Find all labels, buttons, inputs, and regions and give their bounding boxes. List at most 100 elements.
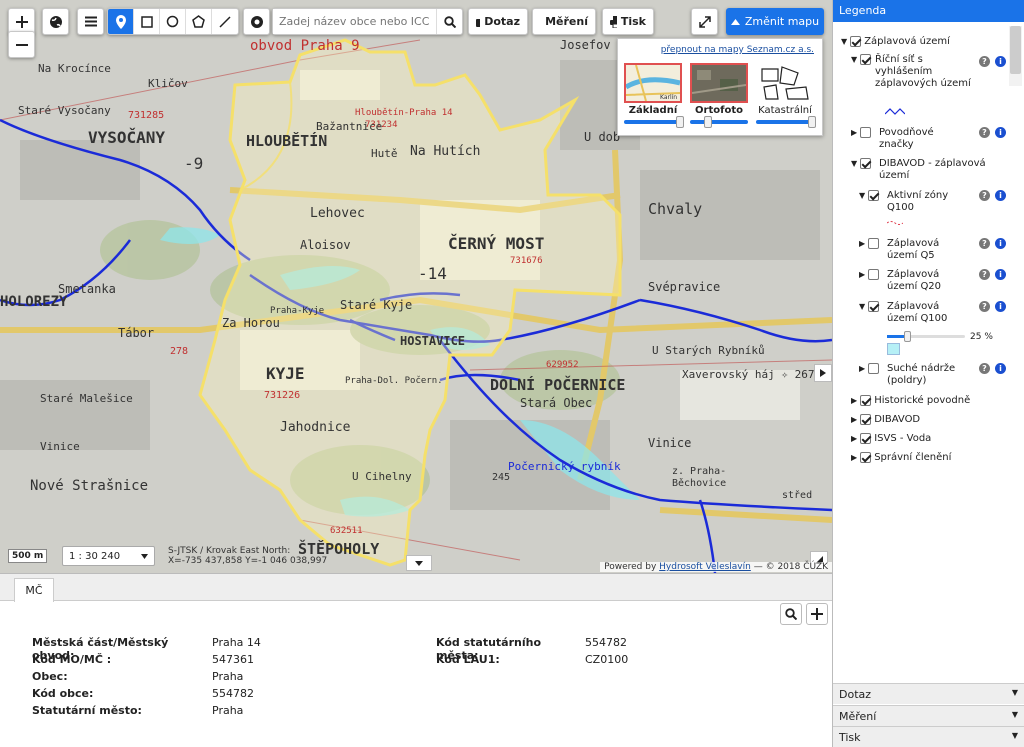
info-icon[interactable]: i (995, 301, 1006, 312)
help-icon[interactable]: ? (979, 127, 990, 138)
credit-link[interactable]: Hydrosoft Veleslavín (659, 562, 751, 572)
slider-knob[interactable] (676, 116, 684, 128)
layer-checkbox[interactable] (868, 363, 879, 374)
opacity-slider[interactable] (690, 116, 748, 128)
scroll-thumb[interactable] (1010, 26, 1021, 74)
help-icon[interactable]: ? (979, 301, 990, 312)
circle-tool-button[interactable] (160, 9, 186, 34)
expand-icon[interactable]: ▶ (851, 433, 860, 445)
locate-button[interactable] (243, 8, 270, 35)
menu-icon (84, 16, 97, 27)
help-icon[interactable]: ? (979, 363, 990, 374)
layer-checkbox[interactable] (860, 158, 871, 169)
layer-checkbox[interactable] (860, 414, 871, 425)
expand-icon[interactable]: ▶ (859, 269, 868, 281)
search-button[interactable] (436, 9, 462, 34)
legend-item-dibavod[interactable]: ▶ DIBAVOD (851, 414, 920, 426)
info-icon[interactable]: i (995, 363, 1006, 374)
help-icon[interactable]: ? (979, 190, 990, 201)
layer-checkbox[interactable] (868, 269, 879, 280)
change-map-button[interactable]: Změnit mapu (726, 8, 824, 35)
expand-icon[interactable]: ▶ (851, 414, 860, 426)
expand-icon[interactable]: ▶ (859, 363, 868, 375)
opacity-slider[interactable] (756, 116, 816, 128)
layer-checkbox[interactable] (868, 190, 879, 201)
legend-item-zaplavova[interactable]: ▼ Záplavová území (841, 36, 950, 48)
collapse-icon[interactable]: ▼ (859, 190, 868, 202)
expand-legend-button[interactable] (814, 364, 832, 382)
layer-checkbox[interactable] (860, 395, 871, 406)
slider-knob[interactable] (903, 331, 911, 342)
info-icon[interactable]: i (995, 56, 1006, 67)
line-icon (219, 15, 231, 28)
slider-knob[interactable] (704, 116, 712, 128)
legend-item-isvs[interactable]: ▶ ISVS - Voda (851, 433, 931, 445)
map-canvas[interactable]: obvod Praha 9 Na Krocínce Kličov Staré V… (0, 0, 832, 573)
accordion-tisk[interactable]: Tisk ▼ (833, 726, 1024, 747)
expand-icon[interactable]: ▶ (851, 452, 860, 464)
q100-opacity-slider[interactable] (887, 331, 965, 342)
layer-checkbox[interactable] (868, 238, 879, 249)
polygon-tool-button[interactable] (186, 9, 212, 34)
legend-item-aktivni-zony[interactable]: ▼ Aktivní zóny Q100 (859, 190, 948, 213)
help-icon[interactable]: ? (979, 238, 990, 249)
slider-knob[interactable] (808, 116, 816, 128)
info-icon[interactable]: i (995, 269, 1006, 280)
collapse-icon[interactable]: ▼ (841, 36, 850, 48)
point-tool-button[interactable] (108, 9, 134, 34)
accordion-dotaz[interactable]: Dotaz ▼ (833, 683, 1024, 704)
help-icon[interactable]: ? (979, 56, 990, 67)
map-label: Vinice (40, 440, 80, 453)
info-icon[interactable]: i (995, 127, 1006, 138)
layer-checkbox[interactable] (850, 36, 861, 47)
legend-item-historicke[interactable]: ▶ Historické povodně (851, 395, 970, 407)
dotaz-button[interactable]: Dotaz (468, 8, 528, 35)
map-label: 731676 (510, 256, 543, 266)
expand-icon[interactable]: ▶ (851, 127, 860, 139)
layer-checkbox[interactable] (860, 452, 871, 463)
line-tool-button[interactable] (212, 9, 238, 34)
info-icon[interactable]: i (995, 190, 1006, 201)
circle-icon (166, 15, 179, 28)
legend-scrollbar[interactable] (1009, 26, 1022, 86)
legend-item-q20[interactable]: ▶ Záplavová území Q20 (859, 269, 941, 292)
layer-checkbox[interactable] (860, 127, 871, 138)
fullscreen-button[interactable] (691, 8, 718, 35)
accordion-mereni[interactable]: Měření ▼ (833, 705, 1024, 726)
legend-item-povodnove[interactable]: ▶ Povodňové značky (851, 127, 934, 150)
legend-item-q100[interactable]: ▼ Záplavová území Q100 (859, 301, 947, 324)
basemap-zakladni[interactable]: Karlín Základní (624, 63, 684, 128)
map-label: HOLOREZY (0, 294, 68, 310)
layer-checkbox[interactable] (868, 301, 879, 312)
expand-icon[interactable]: ▶ (851, 395, 860, 407)
info-icon[interactable]: i (995, 238, 1006, 249)
scale-select[interactable]: 1 : 30 240 (62, 546, 155, 566)
layer-checkbox[interactable] (860, 54, 871, 65)
zoom-to-button[interactable] (780, 603, 802, 625)
collapse-icon[interactable]: ▼ (859, 301, 868, 313)
legend-item-suche-nadrze[interactable]: ▶ Suché nádrže (poldry) (859, 363, 955, 386)
help-icon[interactable]: ? (979, 269, 990, 280)
seznam-link[interactable]: přepnout na mapy Seznam.cz a.s. (661, 45, 814, 55)
basemap-ortofoto[interactable]: Ortofoto (690, 63, 748, 128)
search-input[interactable] (273, 9, 436, 34)
globe-button[interactable] (42, 8, 69, 35)
legend-item-spravni[interactable]: ▶ Správní členění (851, 452, 951, 464)
pan-to-button[interactable] (806, 603, 828, 625)
mereni-button[interactable]: Měření (532, 8, 596, 35)
opacity-slider[interactable] (624, 116, 684, 128)
expand-icon[interactable]: ▶ (859, 238, 868, 250)
legend-item-ricni-sit[interactable]: ▼ Říční síť s vyhlášením záplavových úze… (851, 54, 981, 89)
expand-bottom-button[interactable] (406, 555, 432, 571)
tisk-button[interactable]: Tisk (602, 8, 654, 35)
basemap-katastralni[interactable]: Katastrální (756, 63, 816, 128)
layers-menu-button[interactable] (77, 8, 104, 35)
collapse-icon[interactable]: ▼ (851, 54, 860, 66)
layer-checkbox[interactable] (860, 433, 871, 444)
collapse-icon[interactable]: ▼ (851, 158, 860, 170)
legend-item-q5[interactable]: ▶ Záplavová území Q5 (859, 238, 939, 261)
zoom-out-button[interactable] (8, 31, 35, 58)
rectangle-tool-button[interactable] (134, 9, 160, 34)
tab-mc[interactable]: MČ (14, 578, 54, 602)
legend-item-dibavod-zaplavova[interactable]: ▼ DIBAVOD - záplavová území (851, 158, 986, 181)
